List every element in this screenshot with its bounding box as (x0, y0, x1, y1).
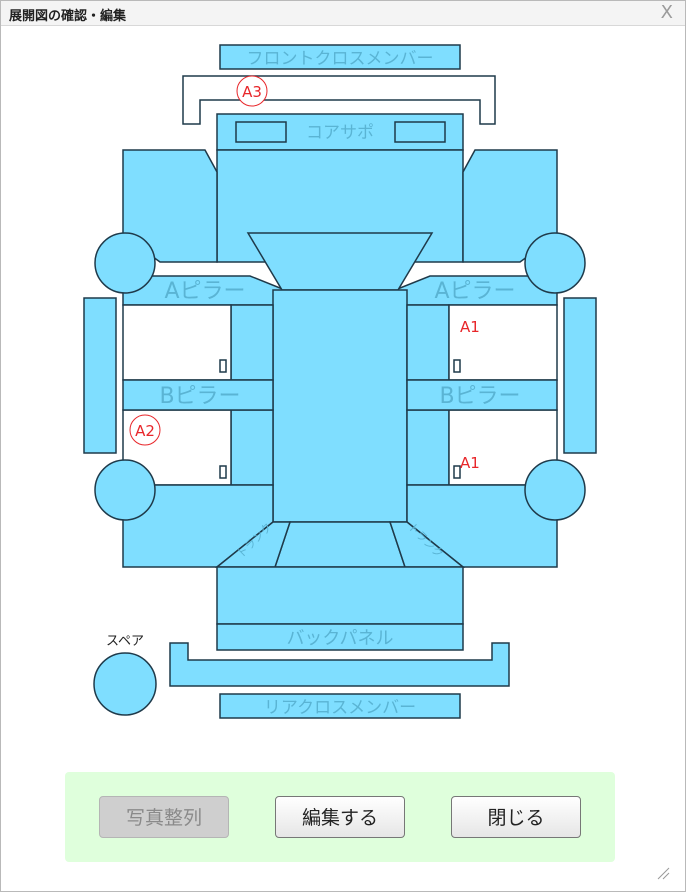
left-inner-pillar-front[interactable] (230, 304, 274, 381)
rear-window-panel[interactable] (273, 521, 407, 568)
b-pillar-right-label: Bピラー (439, 384, 520, 409)
spare-wheel[interactable] (93, 652, 157, 716)
front-cross-member-label: フロントクロスメンバー (247, 49, 434, 69)
windshield-panel[interactable] (246, 232, 434, 291)
wheel-rear-left[interactable] (94, 459, 156, 521)
resize-grip-icon[interactable] (656, 866, 670, 880)
door-handle-left-front (219, 359, 227, 373)
wheel-front-right[interactable] (524, 232, 586, 294)
edit-button[interactable]: 編集する (275, 796, 405, 838)
left-inner-pillar-rear[interactable] (230, 409, 274, 486)
marker-a3-label[interactable]: A3 (242, 83, 262, 101)
back-panel-label: バックパネル (286, 628, 393, 649)
rear-cross-member-label: リアクロスメンバー (264, 698, 416, 718)
core-support-label: コアサポ (306, 123, 374, 143)
door-handle-left-rear (219, 465, 227, 479)
left-front-door-area[interactable] (122, 304, 232, 381)
right-inner-pillar-front[interactable] (406, 304, 450, 381)
roof-panel[interactable] (272, 289, 408, 523)
marker-a1-front-right[interactable]: A1 (460, 318, 480, 336)
a-pillar-right-label: Aピラー (434, 279, 515, 304)
right-front-door-area[interactable] (448, 304, 558, 381)
a-pillar-left-label: Aピラー (164, 279, 245, 304)
close-button[interactable]: 閉じる (451, 796, 581, 838)
car-development-diagram: フロントクロスメンバー コアサポ Aピラー Aピラー Bピラー Bピラー バック… (83, 44, 597, 719)
marker-a1-rear-right[interactable]: A1 (460, 454, 480, 472)
spare-label: スペア (106, 634, 144, 649)
wheel-rear-right[interactable] (524, 459, 586, 521)
wheel-front-left[interactable] (94, 232, 156, 294)
core-support-left-window (235, 121, 287, 143)
arrange-photos-button[interactable]: 写真整列 (99, 796, 229, 838)
left-side-sill-panel[interactable] (83, 297, 117, 454)
door-handle-right-front (453, 359, 461, 373)
b-pillar-left-label: Bピラー (159, 384, 240, 409)
marker-a2-label[interactable]: A2 (135, 422, 155, 440)
trunk-lid-panel[interactable] (216, 566, 464, 625)
right-side-sill-panel[interactable] (563, 297, 597, 454)
right-inner-pillar-rear[interactable] (406, 409, 450, 486)
action-bar: 写真整列 編集する 閉じる (65, 772, 615, 862)
core-support-right-window (394, 121, 446, 143)
